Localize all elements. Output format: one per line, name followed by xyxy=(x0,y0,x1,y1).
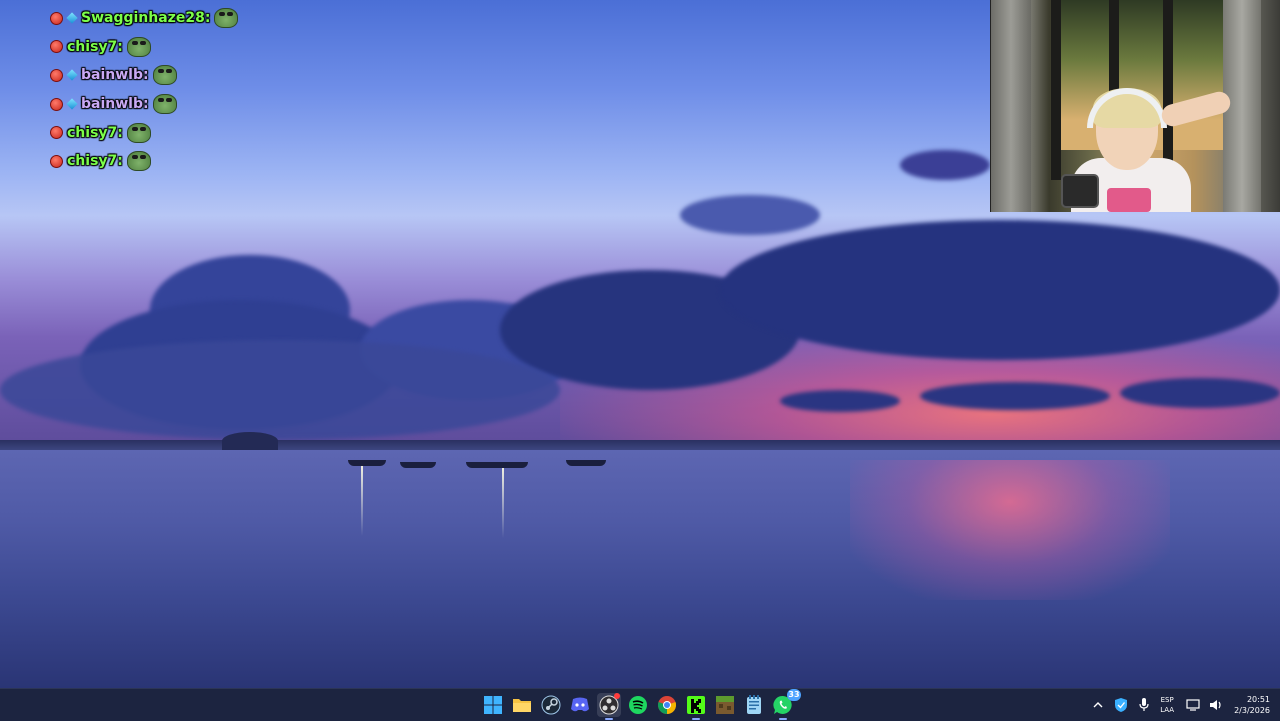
pepe-emote-icon xyxy=(214,8,239,29)
chat-username: chisy7: xyxy=(67,153,123,170)
red-badge-icon xyxy=(50,40,63,54)
phone xyxy=(1061,174,1099,208)
red-badge-icon xyxy=(50,68,63,82)
microphone-icon xyxy=(1139,698,1149,711)
shirt-print xyxy=(1107,188,1151,212)
network-icon xyxy=(1186,699,1200,711)
cloud xyxy=(680,195,820,235)
chat-message: chisy7: xyxy=(50,118,238,147)
sea-reflection xyxy=(850,460,1170,600)
pepe-emote-icon xyxy=(126,36,151,57)
streamer xyxy=(1051,88,1233,212)
discord-button[interactable] xyxy=(568,693,592,717)
shield-icon xyxy=(1115,698,1128,712)
webcam-overlay xyxy=(990,0,1280,212)
red-badge-icon xyxy=(50,154,63,168)
keyboard-layout: LAA xyxy=(1160,706,1175,714)
boat xyxy=(400,462,436,468)
chat-username: chisy7: xyxy=(67,124,123,141)
chat-username: Swagginhaze28: xyxy=(81,10,211,27)
cloud xyxy=(1120,378,1280,408)
red-badge-icon xyxy=(50,126,63,140)
notification-badge: 33 xyxy=(787,689,801,701)
language-indicator[interactable]: ESP LAA xyxy=(1160,695,1174,715)
cloud xyxy=(920,382,1110,410)
system-tray: ESP LAA 20:51 2/3/2026 xyxy=(1085,689,1270,721)
network-tray-button[interactable] xyxy=(1183,695,1203,715)
chat-message: chisy7: xyxy=(50,147,238,176)
whatsapp-button[interactable]: 33 xyxy=(771,689,801,720)
microphone-tray-button[interactable] xyxy=(1134,695,1154,715)
chat-username: bainwlb: xyxy=(81,67,149,84)
boat xyxy=(348,460,386,466)
chevron-up-icon xyxy=(1093,702,1103,708)
red-badge-icon xyxy=(50,11,63,25)
minecraft-icon xyxy=(716,696,734,714)
minecraft-button[interactable] xyxy=(713,693,737,717)
pepe-emote-icon xyxy=(152,65,177,86)
boat xyxy=(566,460,606,466)
spotify-icon xyxy=(629,696,647,714)
island-hill xyxy=(222,432,278,450)
blue-badge-icon xyxy=(66,98,78,110)
cloud xyxy=(0,340,560,440)
chrome-button[interactable] xyxy=(655,693,679,717)
windows-icon xyxy=(484,696,502,714)
cloud xyxy=(720,220,1280,360)
curtain-left xyxy=(991,0,1031,212)
light-reflection xyxy=(361,466,363,536)
chat-message: bainwlb: xyxy=(50,61,238,90)
chat-message: bainwlb: xyxy=(50,90,238,119)
show-hidden-icons-button[interactable] xyxy=(1088,695,1108,715)
discord-icon xyxy=(571,697,589,712)
chat-username: bainwlb: xyxy=(81,96,149,113)
clock-time: 20:51 xyxy=(1246,695,1270,704)
start-button[interactable] xyxy=(481,693,505,717)
obs-button[interactable] xyxy=(597,693,621,720)
notepad-button[interactable] xyxy=(742,693,766,717)
boat xyxy=(466,462,528,468)
cloud xyxy=(780,390,900,412)
blue-badge-icon xyxy=(66,69,78,82)
light-reflection xyxy=(502,468,504,538)
chat-username: chisy7: xyxy=(67,38,123,55)
cloud xyxy=(900,150,990,180)
shoreline xyxy=(0,440,1280,450)
clock-date: 2/3/2026 xyxy=(1234,706,1270,715)
taskbar: 33 ESP LAA 20:51 2/3/2026 xyxy=(0,688,1280,721)
steam-icon xyxy=(541,695,561,715)
taskbar-apps: 33 xyxy=(481,689,801,720)
speaker-icon xyxy=(1210,700,1221,710)
notepad-icon xyxy=(747,695,761,714)
red-badge-icon xyxy=(50,97,63,111)
kick-button[interactable] xyxy=(684,693,708,720)
file-explorer-button[interactable] xyxy=(510,693,534,717)
steam-button[interactable] xyxy=(539,693,563,717)
pepe-emote-icon xyxy=(152,94,177,115)
chat-message: Swagginhaze28: xyxy=(50,4,239,33)
pepe-emote-icon xyxy=(126,151,151,172)
language-code: ESP xyxy=(1160,696,1174,704)
chrome-icon xyxy=(657,696,677,714)
clock[interactable]: 20:51 2/3/2026 xyxy=(1234,694,1270,716)
kick-icon xyxy=(687,696,705,714)
security-tray-button[interactable] xyxy=(1111,695,1131,715)
headset xyxy=(1087,88,1167,128)
spotify-button[interactable] xyxy=(626,693,650,717)
folder-icon xyxy=(513,699,531,712)
volume-tray-button[interactable] xyxy=(1206,695,1226,715)
pepe-emote-icon xyxy=(126,122,151,143)
recording-indicator xyxy=(614,693,620,699)
chat-message: chisy7: xyxy=(50,33,238,62)
blue-badge-icon xyxy=(66,12,78,24)
stream-chat-overlay: Swagginhaze28: chisy7: bainwlb: bainwlb: chi… xyxy=(50,4,239,176)
